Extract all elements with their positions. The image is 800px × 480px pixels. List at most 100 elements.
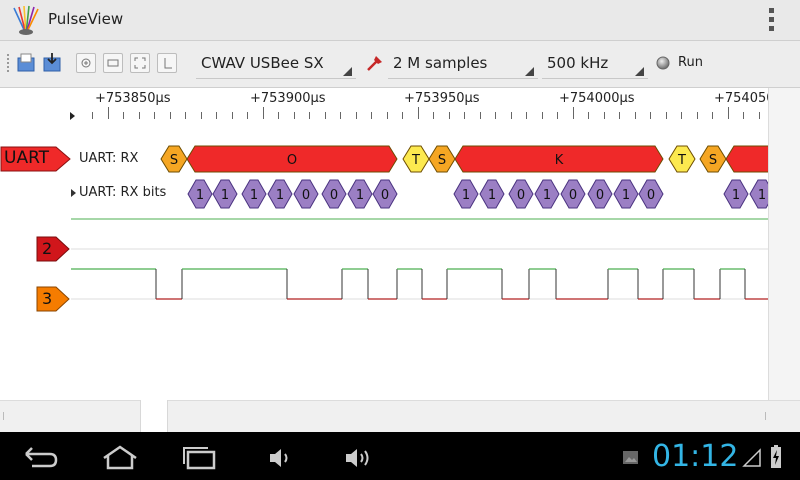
- ruler-tick: [263, 107, 264, 119]
- ruler-tick: [743, 112, 744, 119]
- run-status-icon: [656, 56, 670, 70]
- ruler-tick: [309, 112, 310, 119]
- run-label: Run: [678, 55, 703, 70]
- device-selector-value: CWAV USBee SX: [201, 54, 324, 72]
- cursor-marker-icon: [70, 112, 75, 120]
- ruler-tick: [557, 112, 558, 119]
- pulseview-logo-icon: [13, 5, 39, 35]
- bit-annotation: 1: [187, 179, 213, 209]
- toolbar-grip: [7, 54, 12, 72]
- device-config-icon[interactable]: [364, 52, 386, 74]
- svg-text:1: 1: [196, 188, 204, 203]
- app-title: PulseView: [48, 10, 124, 28]
- svg-text:1: 1: [758, 188, 766, 203]
- open-file-icon[interactable]: [16, 52, 38, 74]
- zoom-one-to-one-button[interactable]: [157, 53, 177, 73]
- svg-text:1: 1: [276, 188, 284, 203]
- volume-up-icon[interactable]: [342, 446, 376, 470]
- bit-annotation: 1: [534, 179, 560, 209]
- ruler-tick: [216, 112, 217, 119]
- horizontal-scroll-thumb[interactable]: [140, 400, 168, 432]
- overflow-menu-icon[interactable]: [766, 8, 776, 32]
- svg-text:1: 1: [543, 188, 551, 203]
- ruler-tick: [604, 112, 605, 119]
- ruler-label: +753900µs: [250, 91, 326, 106]
- rx-annotation: T: [402, 145, 430, 173]
- ruler-tick: [139, 112, 140, 119]
- svg-text:0: 0: [596, 188, 604, 203]
- bit-annotation: 0: [587, 179, 613, 209]
- svg-text:1: 1: [356, 188, 364, 203]
- battery-charging-icon: [771, 445, 781, 468]
- svg-text:1: 1: [622, 188, 630, 203]
- svg-text:0: 0: [569, 188, 577, 203]
- bit-annotation: 1: [241, 179, 267, 209]
- back-icon[interactable]: [20, 444, 60, 472]
- ruler-tick: [697, 112, 698, 119]
- zoom-out-button[interactable]: [103, 53, 123, 73]
- svg-text:1: 1: [221, 188, 229, 203]
- svg-text:1: 1: [462, 188, 470, 203]
- bit-annotation: 1: [212, 179, 238, 209]
- device-selector[interactable]: CWAV USBee SX: [196, 45, 356, 81]
- ruler-tick: [247, 112, 248, 119]
- zoom-fit-button[interactable]: [130, 53, 150, 73]
- svg-text:S: S: [709, 153, 717, 168]
- rx-annotation: S: [699, 145, 727, 173]
- ruler-tick: [185, 112, 186, 119]
- rx-annotation: S: [428, 145, 456, 173]
- ruler-tick: [170, 112, 171, 119]
- svg-text:0: 0: [647, 188, 655, 203]
- bit-annotation: 0: [321, 179, 347, 209]
- ruler-tick: [123, 112, 124, 119]
- bit-annotation: 0: [372, 179, 398, 209]
- ruler-tick: [480, 112, 481, 119]
- ruler-tick: [464, 112, 465, 119]
- bit-annotation: 1: [613, 179, 639, 209]
- ruler-tick: [650, 112, 651, 119]
- ruler-tick: [232, 112, 233, 119]
- decoder-annotations: S O T S K T S 1 1 1 1 0 0 1 0 1 1 0 1 0 0 1 0 1 1: [71, 145, 768, 300]
- horizontal-scrollbar[interactable]: [0, 400, 800, 433]
- run-button[interactable]: Run: [652, 48, 712, 78]
- samplerate-selector[interactable]: 500 kHz: [542, 45, 648, 81]
- bit-annotation: 1: [267, 179, 293, 209]
- ruler-tick: [433, 112, 434, 119]
- ruler-tick: [712, 112, 713, 119]
- rx-annotation: T: [668, 145, 696, 173]
- signal-icon: [742, 448, 761, 467]
- rx-annotation: S: [160, 145, 188, 173]
- ruler-tick: [542, 112, 543, 119]
- svg-text:1: 1: [250, 188, 258, 203]
- ruler-tick: [495, 112, 496, 119]
- ruler-tick: [588, 112, 589, 119]
- svg-text:T: T: [411, 153, 420, 168]
- bit-annotation: 1: [723, 179, 749, 209]
- ruler-label: +753850µs: [95, 91, 171, 106]
- home-icon[interactable]: [100, 444, 140, 472]
- bit-annotation: 0: [638, 179, 664, 209]
- ruler-tick: [371, 112, 372, 119]
- ruler-tick: [573, 107, 574, 119]
- bit-annotation: 1: [479, 179, 505, 209]
- save-file-icon[interactable]: [42, 52, 64, 74]
- rx-annotation: K: [454, 145, 664, 173]
- recent-apps-icon[interactable]: [180, 444, 220, 472]
- bit-annotation: 0: [293, 179, 319, 209]
- svg-text:1: 1: [488, 188, 496, 203]
- ruler-tick: [728, 107, 729, 119]
- ruler-tick: [526, 112, 527, 119]
- zoom-in-button[interactable]: [76, 53, 96, 73]
- dropdown-arrow-icon: [525, 67, 534, 76]
- scroll-edge: [765, 412, 766, 420]
- vertical-scrollbar[interactable]: [768, 88, 800, 400]
- sample-count-selector[interactable]: 2 M samples: [388, 45, 538, 81]
- rx-annotation-partial: [725, 145, 768, 173]
- ruler-label: +754050: [714, 91, 775, 106]
- bit-annotation: 1: [453, 179, 479, 209]
- volume-down-icon[interactable]: [266, 446, 296, 470]
- svg-text:0: 0: [381, 188, 389, 203]
- ruler-tick: [635, 112, 636, 119]
- ruler-label: +754000µs: [559, 91, 635, 106]
- ruler-tick: [201, 112, 202, 119]
